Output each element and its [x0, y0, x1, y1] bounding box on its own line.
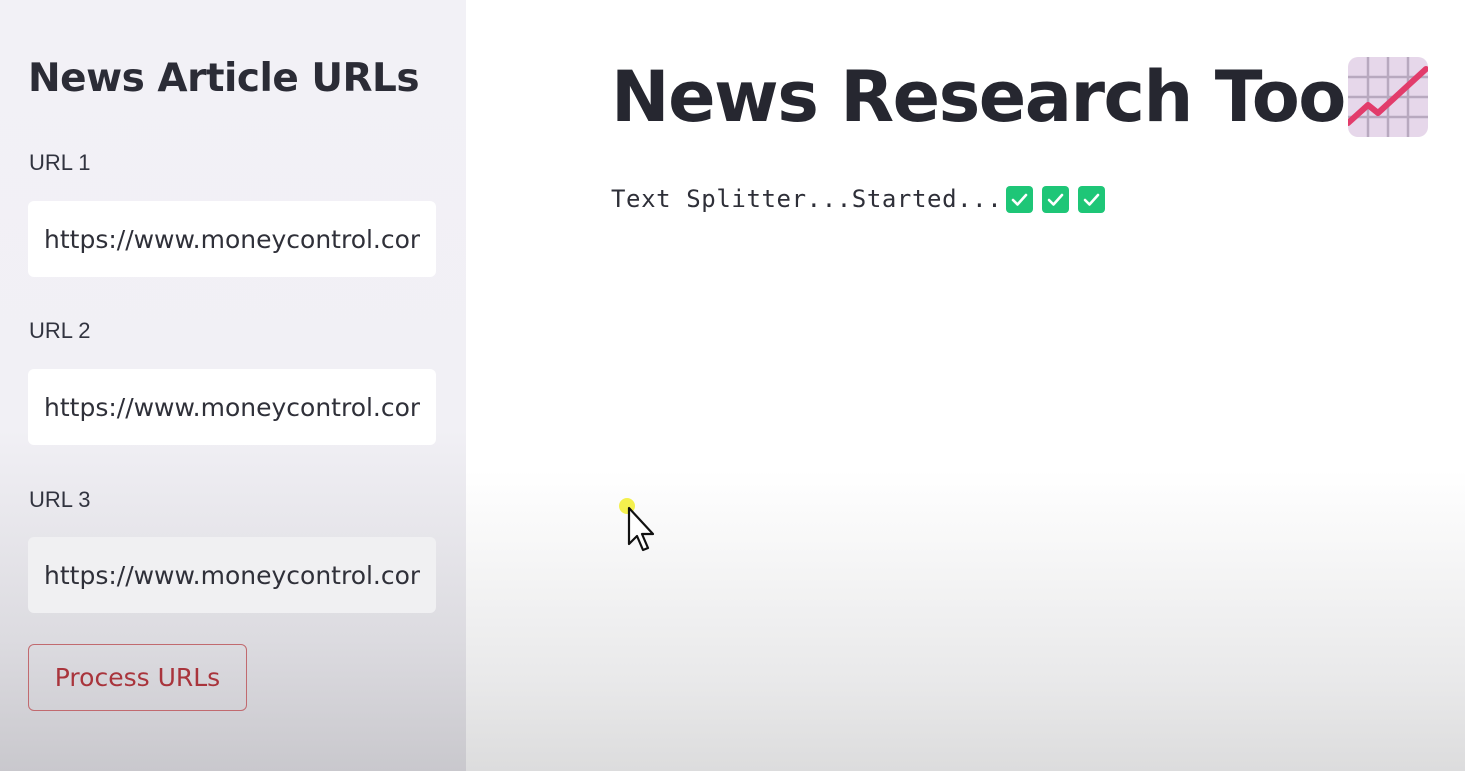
process-urls-button[interactable]: Process URLs [28, 644, 247, 711]
status-text: Text Splitter...Started... [611, 185, 1003, 213]
url-3-label: URL 3 [29, 487, 91, 512]
chart-increasing-icon [1348, 57, 1428, 137]
url-1-input[interactable] [28, 201, 436, 277]
page-title: News Research Tool [611, 56, 1369, 138]
check-mark-icon [1042, 185, 1070, 213]
sidebar-title: News Article URLs [28, 56, 420, 101]
url-1-label: URL 1 [29, 150, 91, 175]
url-3-input[interactable] [28, 537, 436, 613]
sidebar: News Article URLs URL 1 URL 2 URL 3 Proc… [0, 0, 466, 771]
status-line: Text Splitter...Started... [611, 182, 1106, 216]
check-mark-icon [1006, 185, 1034, 213]
app-window: News Article URLs URL 1 URL 2 URL 3 Proc… [0, 0, 1465, 771]
url-2-label: URL 2 [29, 318, 91, 343]
mouse-cursor-icon [619, 498, 655, 552]
check-mark-icon [1078, 185, 1106, 213]
url-2-input[interactable] [28, 369, 436, 445]
